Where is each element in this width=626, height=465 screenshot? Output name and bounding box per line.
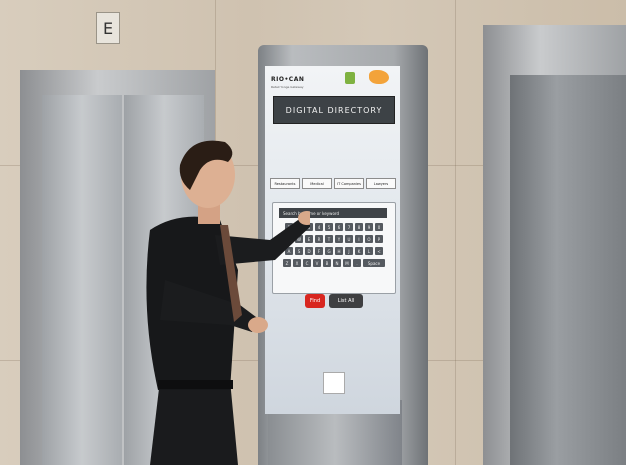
keyboard-key[interactable]: V: [313, 259, 321, 267]
keyboard-key[interactable]: G: [325, 247, 333, 255]
keyboard-key[interactable]: 0: [375, 223, 383, 231]
keyboard-key[interactable]: <: [375, 247, 383, 255]
category-tab[interactable]: IT Companies: [334, 178, 364, 189]
floor-sign: E: [96, 12, 120, 44]
keyboard-key[interactable]: M: [343, 259, 351, 267]
keyboard-key[interactable]: I: [355, 235, 363, 243]
keyboard-key[interactable]: 9: [365, 223, 373, 231]
keyboard-key[interactable]: P: [375, 235, 383, 243]
brand-subtitle: Retail Yonge Gateway: [271, 85, 304, 89]
partner-logo-green: [345, 72, 355, 84]
partner-logo-orange: [369, 70, 389, 84]
list-all-button[interactable]: List All: [329, 294, 363, 308]
keyboard-key[interactable]: T: [325, 235, 333, 243]
keyboard-key[interactable]: .: [353, 259, 361, 267]
keyboard-key[interactable]: Space: [363, 259, 385, 267]
keyboard-key[interactable]: K: [355, 247, 363, 255]
keyboard-key[interactable]: N: [333, 259, 341, 267]
keyboard-key[interactable]: Y: [335, 235, 343, 243]
keyboard-key[interactable]: R: [315, 235, 323, 243]
keyboard-key[interactable]: 5: [325, 223, 333, 231]
directory-title: DIGITAL DIRECTORY: [273, 96, 395, 124]
left-elevator-door-left: [42, 95, 122, 465]
keyboard-key[interactable]: L: [365, 247, 373, 255]
keyboard-key[interactable]: 7: [345, 223, 353, 231]
keyboard-key[interactable]: J: [345, 247, 353, 255]
keyboard-key[interactable]: 4: [315, 223, 323, 231]
keyboard-key[interactable]: F: [315, 247, 323, 255]
category-tab[interactable]: Lawyers: [366, 178, 396, 189]
keyboard-key[interactable]: 8: [355, 223, 363, 231]
keyboard-key[interactable]: B: [323, 259, 331, 267]
brand-logo: RIO•CAN: [271, 76, 305, 83]
keyboard-key[interactable]: O: [365, 235, 373, 243]
keyboard-key[interactable]: H: [335, 247, 343, 255]
wall-tile-joint: [455, 0, 456, 465]
man-using-kiosk: [146, 140, 310, 465]
footer-logo: [323, 372, 345, 394]
keyboard-key[interactable]: U: [345, 235, 353, 243]
right-elevator-door: [510, 75, 626, 465]
keyboard-key[interactable]: 6: [335, 223, 343, 231]
